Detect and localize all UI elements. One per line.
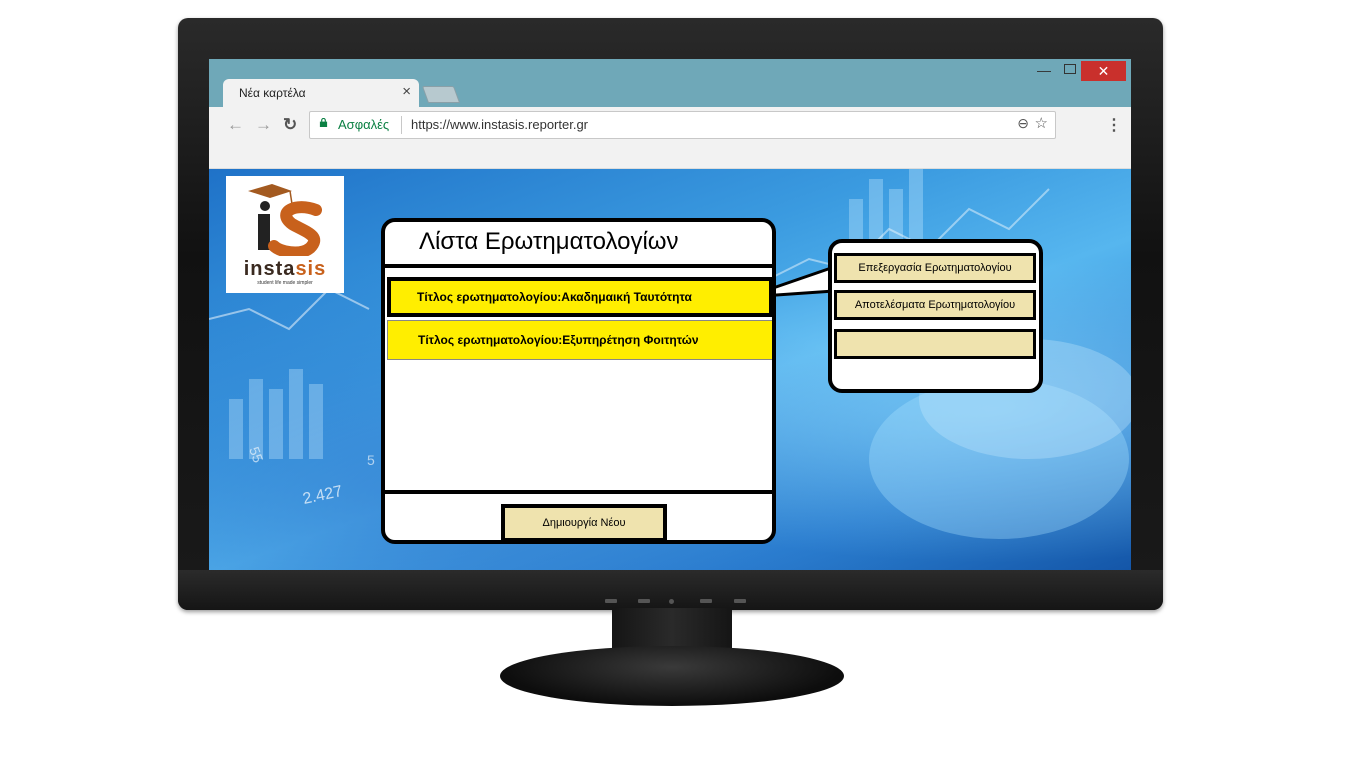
browser-menu-icon[interactable]: ⋮ [1106,115,1122,135]
tab-title: Νέα καρτέλα [239,86,306,100]
questionnaire-list-panel: Λίστα Ερωτηματολογίων Τίτλος ερωτηματολο… [381,218,776,544]
questionnaire-item[interactable]: Τίτλος ερωτηματολογίου:Εξυπηρέτηση Φοιτη… [387,320,772,360]
browser-toolbar: ← → ↻ Ασφαλές https://www.instasis.repor… [209,107,1131,143]
monitor-button [734,599,746,603]
monitor-stand-base [500,646,844,706]
monitor-button [605,599,617,603]
reload-icon[interactable]: ↻ [283,115,297,135]
empty-action-button[interactable] [834,329,1036,359]
logo-wordmark: instasis [226,258,344,281]
background-number: 5 [367,452,375,468]
logo-text-accent: sis [295,258,327,280]
browser-bookmark-area [209,143,1131,169]
address-bar[interactable]: Ασφαλές https://www.instasis.reporter.gr… [309,111,1056,139]
logo-tagline: student life made simpler [257,280,313,286]
maximize-icon[interactable] [1064,64,1076,74]
secure-label: Ασφαλές [338,117,390,132]
back-arrow-icon[interactable]: ← [227,115,244,135]
panel-divider [385,264,772,268]
address-separator [401,116,402,134]
background-number: 2.427 [301,483,344,508]
monitor-button [638,599,650,603]
lock-icon [319,118,328,127]
monitor-screen: Νέα καρτέλα × — ✕ ← → ↻ Ασφαλές https://… [209,59,1131,570]
logo-text-start: insta [243,258,296,280]
panel-title: Λίστα Ερωτηματολογίων [419,228,679,255]
monitor-power-button [669,599,674,604]
url-text[interactable]: https://www.instasis.reporter.gr [411,117,588,132]
new-tab-button[interactable] [421,86,461,103]
zoom-icon[interactable]: ⊖ [1017,115,1029,132]
graduation-cap-logo-icon [248,184,322,259]
instasis-logo: instasis student life made simpler [226,176,344,293]
panel-divider [385,490,772,494]
questionnaire-item[interactable]: Τίτλος ερωτηματολογίου:Ακαδημαική Ταυτότ… [387,277,772,317]
forward-arrow-icon[interactable]: → [255,115,272,135]
edit-questionnaire-button[interactable]: Επεξεργασία Ερωτηματολογίου [834,253,1036,283]
page-content: 2.427 5 55 instasis student life made si… [209,169,1131,570]
browser-tab[interactable]: Νέα καρτέλα × [223,79,419,107]
questionnaire-actions-panel: Επεξεργασία Ερωτηματολογίου Αποτελέσματα… [828,239,1043,393]
tab-close-icon[interactable]: × [402,83,411,100]
monitor-bottom-bezel [178,570,1163,610]
questionnaire-results-button[interactable]: Αποτελέσματα Ερωτηματολογίου [834,290,1036,320]
browser-tabstrip: Νέα καρτέλα × — ✕ [209,59,1131,107]
window-close-icon[interactable]: ✕ [1081,61,1126,81]
monitor-button [700,599,712,603]
bookmark-star-icon[interactable]: ☆ [1035,114,1048,132]
create-new-button[interactable]: Δημιουργία Νέου [501,504,667,540]
minimize-icon[interactable]: — [1037,62,1051,78]
